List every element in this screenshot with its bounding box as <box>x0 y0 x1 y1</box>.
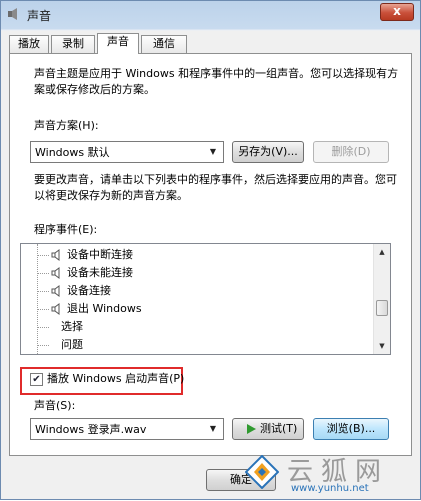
scheme-value: Windows 默认 <box>35 146 110 159</box>
site-watermark: 云狐网 www.yunhu.net <box>239 451 421 501</box>
list-item-label: 退出 Windows <box>67 302 142 315</box>
scroll-down-icon[interactable]: ▼ <box>374 338 390 354</box>
speaker-icon <box>51 285 60 297</box>
speaker-icon <box>51 303 60 315</box>
list-item-label: 选择 <box>61 320 83 333</box>
title-bar[interactable]: 声音 x <box>1 1 420 29</box>
list-item[interactable]: 设备未能连接 <box>37 264 367 282</box>
delete-button[interactable]: 删除(D) <box>313 141 389 163</box>
save-as-button[interactable]: 另存为(V)... <box>232 141 304 163</box>
play-icon <box>247 424 256 434</box>
description-line-2: 案或保存修改后的方案。 <box>34 83 155 96</box>
test-button[interactable]: 测试(T) <box>232 418 304 440</box>
window-title: 声音 <box>27 9 52 23</box>
list-item[interactable]: 设备连接 <box>37 282 367 300</box>
scroll-up-icon[interactable]: ▲ <box>374 244 390 260</box>
fox-logo-icon <box>245 455 279 489</box>
program-events-list[interactable]: 设备中断连接 设备未能连接 设备连接 退出 Windows 选择 问题 ▲ ▼ <box>20 243 391 355</box>
tab-recording[interactable]: 录制 <box>51 35 95 53</box>
list-item-label: 问题 <box>61 338 83 351</box>
startup-sound-checkbox[interactable]: ✔ <box>30 373 43 386</box>
startup-sound-label[interactable]: 播放 Windows 启动声音(P) <box>47 370 184 388</box>
browse-button[interactable]: 浏览(B)... <box>313 418 389 440</box>
sound-label: 声音(S): <box>34 399 76 412</box>
speaker-app-icon <box>8 8 17 20</box>
sound-file-value: Windows 登录声.wav <box>35 423 147 436</box>
instruction-line-2: 以将更改保存为新的声音方案。 <box>34 189 188 202</box>
list-item[interactable]: 选择 <box>37 318 367 336</box>
list-item[interactable]: 问题 <box>37 336 367 354</box>
sound-file-dropdown[interactable]: Windows 登录声.wav ▼ <box>30 418 224 440</box>
list-item-label: 设备连接 <box>67 284 111 297</box>
test-button-label: 测试(T) <box>260 422 298 435</box>
scroll-thumb[interactable] <box>376 300 388 316</box>
watermark-url: www.yunhu.net <box>291 483 369 494</box>
chevron-down-icon[interactable]: ▼ <box>206 144 220 160</box>
scheme-dropdown[interactable]: Windows 默认 ▼ <box>30 141 224 163</box>
sound-dialog: 声音 x 播放 录制 声音 通信 声音主题是应用于 Windows 和程序事件中… <box>0 0 421 500</box>
chevron-down-icon[interactable]: ▼ <box>206 421 220 437</box>
tab-sounds[interactable]: 声音 <box>97 33 139 54</box>
close-button[interactable]: x <box>380 3 414 21</box>
list-item[interactable]: 设备中断连接 <box>37 246 367 264</box>
tab-communications[interactable]: 通信 <box>141 35 187 53</box>
speaker-icon <box>51 249 60 261</box>
list-item-label: 设备中断连接 <box>67 248 133 261</box>
tab-playback[interactable]: 播放 <box>9 35 49 53</box>
scheme-label: 声音方案(H): <box>34 119 99 132</box>
speaker-icon <box>51 267 60 279</box>
list-item[interactable]: 退出 Windows <box>37 300 367 318</box>
list-item-label: 设备未能连接 <box>67 266 133 279</box>
vertical-scrollbar[interactable]: ▲ ▼ <box>373 244 390 354</box>
events-label: 程序事件(E): <box>34 223 98 236</box>
